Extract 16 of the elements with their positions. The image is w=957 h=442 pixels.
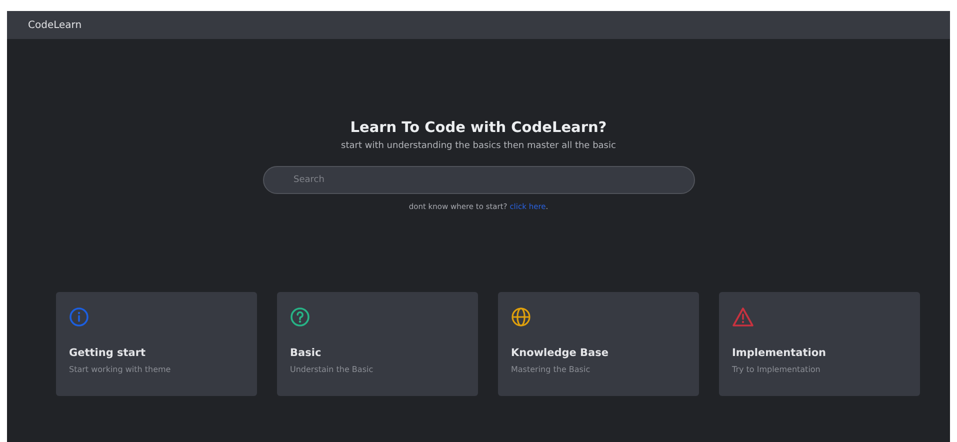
hero-title: Learn To Code with CodeLearn? [350,120,607,136]
card-title: Implementation [732,347,828,359]
card-description: Mastering the Basic [511,365,592,374]
card-description: Start working with theme [69,365,172,374]
hero-subtitle: start with understanding the basics then master all the basic [341,141,616,151]
card-title: Getting start [69,347,147,359]
card-background[interactable]: Implementation Try to Implementation [719,292,920,396]
card-description: Understain the Basic [290,365,374,374]
card-background[interactable]: Knowledge Base Mastering the Basic [498,292,699,396]
card-description: Try to Implementation [732,365,822,374]
card-background[interactable]: Basic Understain the Basic [277,292,478,396]
brand-name[interactable]: CodeLearn [28,20,82,30]
card-title: Knowledge Base [511,347,610,359]
card-title: Basic [290,347,322,359]
search-field[interactable]: Search [262,166,694,194]
card-background[interactable]: Getting start Start working with theme [56,292,257,396]
